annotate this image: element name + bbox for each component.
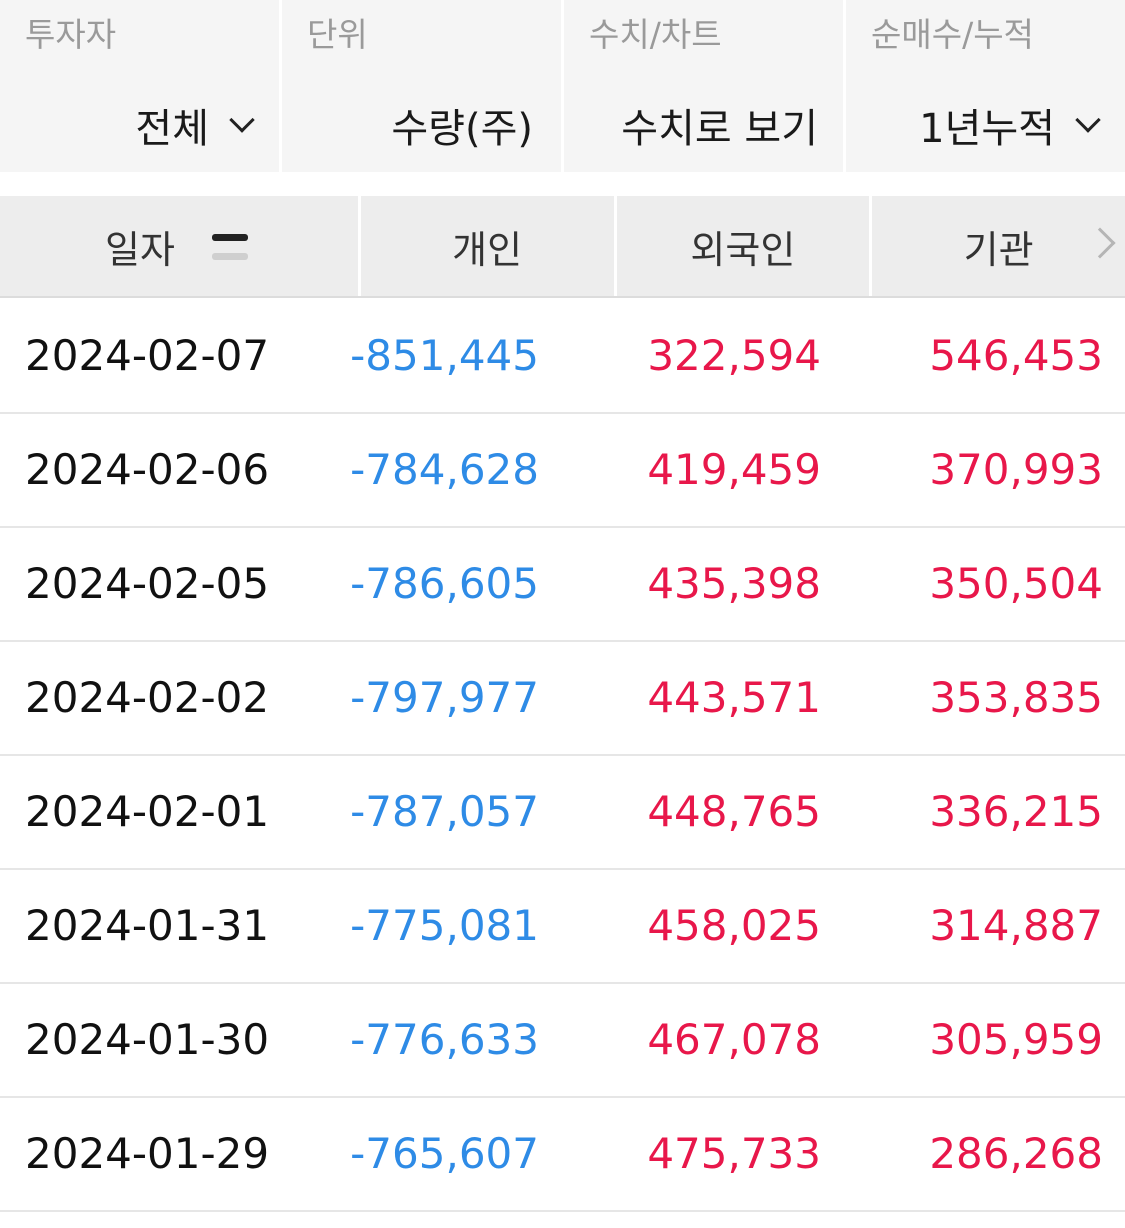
cell-date: 2024-01-31 — [25, 901, 270, 950]
chevron-down-icon — [1075, 107, 1101, 133]
filter-value: 전체 — [135, 106, 209, 152]
cell-institution: 336,215 — [929, 787, 1103, 836]
column-header-label: 기관 — [963, 227, 1034, 272]
table-row: 2024-01-31 -775,081 458,025 314,887 — [0, 870, 1125, 984]
cell-institution: 353,835 — [929, 673, 1103, 722]
column-header-institution: 기관 — [872, 196, 1125, 296]
table-row: 2024-02-05 -786,605 435,398 350,504 — [0, 528, 1125, 642]
filter-bar: 투자자 전체 단위 수량(주) 수치/차트 수치로 보기 순매수/누적 1년누적 — [0, 0, 1125, 172]
cell-individual: -851,445 — [350, 331, 539, 380]
cell-individual: -787,057 — [350, 787, 539, 836]
cell-date: 2024-02-02 — [25, 673, 270, 722]
table-row: 2024-02-02 -797,977 443,571 353,835 — [0, 642, 1125, 756]
cell-individual: -765,607 — [350, 1129, 539, 1178]
cell-institution: 286,268 — [929, 1129, 1103, 1178]
chevron-down-icon — [229, 107, 255, 133]
cell-date: 2024-02-01 — [25, 787, 270, 836]
filter-period[interactable]: 순매수/누적 1년누적 — [846, 0, 1125, 172]
column-header-individual: 개인 — [360, 196, 614, 296]
cell-institution: 370,993 — [929, 445, 1103, 494]
filter-label: 순매수/누적 — [871, 15, 1034, 54]
cell-institution: 546,453 — [929, 331, 1103, 380]
cell-institution: 314,887 — [929, 901, 1103, 950]
table-row: 2024-01-29 -765,607 475,733 286,268 — [0, 1098, 1125, 1212]
column-header-label: 일자 — [105, 227, 175, 272]
table-row: 2024-02-07 -851,445 322,594 546,453 — [0, 300, 1125, 414]
cell-foreign: 475,733 — [647, 1129, 821, 1178]
column-header-label: 외국인 — [690, 227, 796, 272]
table-row: 2024-01-30 -776,633 467,078 305,959 — [0, 984, 1125, 1098]
cell-foreign: 467,078 — [647, 1015, 821, 1064]
cell-date: 2024-02-05 — [25, 559, 270, 608]
cell-foreign: 419,459 — [647, 445, 821, 494]
filter-value: 수치로 보기 — [621, 106, 818, 152]
filter-label: 수치/차트 — [589, 15, 722, 54]
filter-view-mode[interactable]: 수치/차트 수치로 보기 — [564, 0, 843, 172]
cell-individual: -797,977 — [350, 673, 539, 722]
cell-foreign: 322,594 — [647, 331, 821, 380]
cell-individual: -775,081 — [350, 901, 539, 950]
table-body: 2024-02-07 -851,445 322,594 546,453 2024… — [0, 300, 1125, 1212]
chevron-right-icon[interactable] — [1084, 227, 1116, 259]
column-header-date[interactable]: 일자 — [0, 196, 358, 296]
cell-foreign: 448,765 — [647, 787, 821, 836]
cell-individual: -784,628 — [350, 445, 539, 494]
cell-foreign: 443,571 — [647, 673, 821, 722]
cell-date: 2024-02-07 — [25, 331, 270, 380]
table-header: 일자 개인 외국인 기관 — [0, 196, 1125, 298]
cell-date: 2024-02-06 — [25, 445, 270, 494]
filter-label: 단위 — [307, 15, 368, 54]
filter-label: 투자자 — [25, 15, 117, 54]
filter-unit[interactable]: 단위 수량(주) — [282, 0, 561, 172]
cell-institution: 350,504 — [929, 559, 1103, 608]
cell-foreign: 458,025 — [647, 901, 821, 950]
filter-value: 1년누적 — [919, 106, 1055, 152]
column-header-label: 개인 — [452, 227, 523, 272]
filter-value: 수량(주) — [391, 106, 533, 152]
sort-icon[interactable] — [212, 234, 248, 262]
table-row: 2024-02-01 -787,057 448,765 336,215 — [0, 756, 1125, 870]
cell-date: 2024-01-30 — [25, 1015, 270, 1064]
filter-investor[interactable]: 투자자 전체 — [0, 0, 279, 172]
cell-institution: 305,959 — [929, 1015, 1103, 1064]
table-row: 2024-02-06 -784,628 419,459 370,993 — [0, 414, 1125, 528]
column-header-foreign: 외국인 — [616, 196, 870, 296]
cell-date: 2024-01-29 — [25, 1129, 270, 1178]
cell-foreign: 435,398 — [647, 559, 821, 608]
cell-individual: -786,605 — [350, 559, 539, 608]
cell-individual: -776,633 — [350, 1015, 539, 1064]
